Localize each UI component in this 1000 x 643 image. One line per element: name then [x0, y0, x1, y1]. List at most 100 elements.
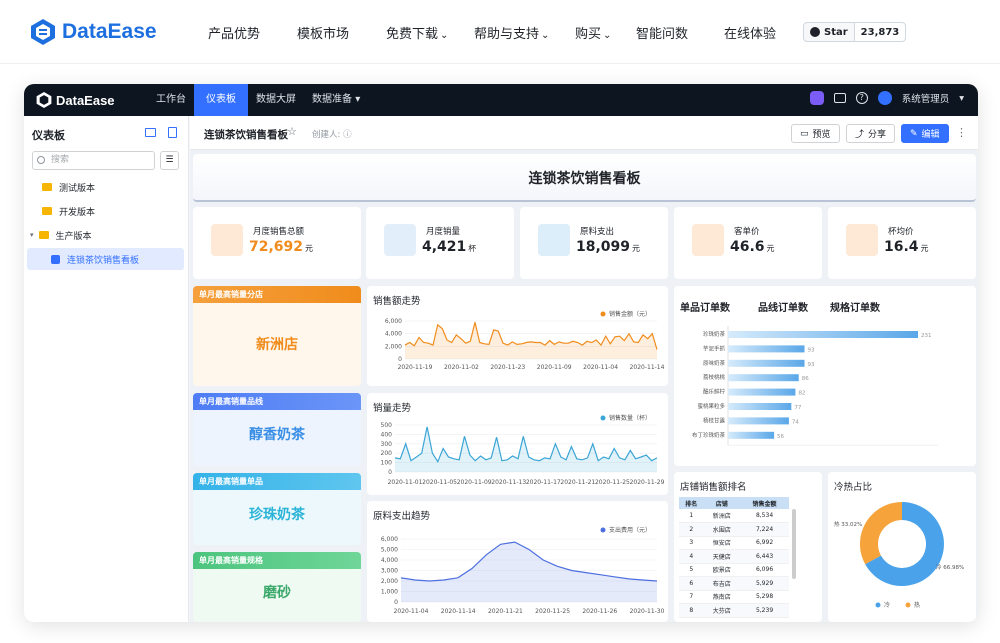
hot-cold-pie-svg[interactable]: 热 33.02% 冷 66.98% 冷 热	[828, 472, 976, 622]
sort-button[interactable]: ☰	[160, 151, 179, 170]
kpi-label: 原料支出	[580, 227, 615, 237]
kpi-card-sales: 月度销售总额 72,692 元	[193, 207, 361, 279]
card-value: 新洲店	[256, 337, 298, 353]
x-tick-label: 2020-11-09	[457, 479, 492, 486]
y-tick-label: 1,000	[381, 589, 398, 596]
col-amount[interactable]: 销售金额	[740, 497, 789, 509]
nav-demo[interactable]: 在线体验	[724, 23, 776, 42]
y-tick-label: 500	[381, 422, 393, 429]
github-star-count: 23,873	[854, 22, 907, 42]
order-bar-svg[interactable]: 珍珠奶茶 231 芋泥手抓 93 原味奶茶 93 荔枝桃桃 86 酷乐鲜柠 82 蜜桃果粒多 77 杨枝…	[674, 286, 976, 466]
money-icon	[211, 224, 243, 256]
table-row[interactable]: 8 大芬店 5,239	[679, 603, 789, 618]
y-tick-label: 0	[388, 469, 392, 476]
app-logo[interactable]: DataEase	[36, 91, 115, 109]
sidebar-search-input[interactable]: 搜索	[32, 151, 155, 170]
nav-buy[interactable]: 购买 ⌄	[575, 23, 611, 42]
nav-ai[interactable]: 智能问数	[636, 23, 688, 42]
legend-marker	[600, 311, 606, 317]
user-icon	[692, 224, 724, 256]
y-tick-label: 6,000	[385, 318, 402, 325]
site-logo[interactable]: DataEase	[30, 16, 157, 48]
table-row[interactable]: 4 天健店 6,443	[679, 549, 789, 564]
table-row[interactable]: 1 新洲店 8,534	[679, 509, 789, 523]
x-tick-label: 2020-11-02	[444, 364, 479, 371]
tree-item-prod[interactable]: ▾ 生产版本	[24, 224, 189, 246]
share-button[interactable]: ⤴ 分享	[846, 124, 896, 143]
dataease-logo-icon	[36, 92, 52, 108]
amount-cell: 6,443	[740, 549, 789, 564]
x-tick-label: 2020-11-21	[560, 479, 595, 486]
tree-item-test[interactable]: 测试版本	[24, 176, 189, 198]
table-row[interactable]: 3 恒安店 6,992	[679, 536, 789, 550]
sales-trend-svg[interactable]: 0 2,000 4,000 6,000 2020-11-19 2020-11-02 2020…	[367, 286, 668, 386]
nav-download[interactable]: 免费下载 ⌄	[386, 23, 448, 42]
star-icon[interactable]: ☆	[287, 125, 297, 138]
bar	[728, 331, 918, 338]
new-folder-icon[interactable]	[145, 128, 156, 137]
table-row[interactable]: 6 布吉店 5,929	[679, 576, 789, 591]
github-star-widget[interactable]: Star 23,873	[803, 22, 907, 42]
bar-value-label: 231	[921, 333, 932, 339]
table-scrollbar[interactable]	[792, 509, 796, 579]
info-icon[interactable]: ⓘ	[343, 130, 352, 140]
bar	[728, 431, 775, 439]
rank-cell: 5	[679, 563, 704, 577]
toolbox-icon[interactable]	[833, 93, 846, 103]
tab-workbench[interactable]: 工作台	[144, 84, 198, 116]
bar-category-label: 蜜桃果粒多	[697, 402, 725, 410]
nav-product[interactable]: 产品优势	[208, 23, 260, 42]
rank-cell: 6	[679, 576, 704, 591]
x-tick-label: 2020-11-14	[630, 364, 665, 371]
store-cell: 大芬店	[703, 603, 741, 618]
table-row[interactable]: 5 欧景店 6,096	[679, 563, 789, 577]
y-tick-label: 300	[381, 441, 393, 448]
github-star-button[interactable]: Star	[803, 22, 855, 42]
creator-label: 创建人: ⓘ	[312, 130, 352, 140]
dashboard-icon	[51, 254, 60, 264]
site-header: DataEase 产品优势 模板市场 免费下载 ⌄ 帮助与支持 ⌄ 购买 ⌄ 智能问数…	[0, 0, 1000, 64]
col-rank[interactable]: 排名	[679, 497, 704, 509]
amount-cell: 8,534	[740, 509, 789, 523]
bar-value-label: 74	[792, 419, 799, 425]
help-icon[interactable]: ?	[855, 92, 868, 104]
amount-cell: 5,929	[740, 576, 789, 591]
tree-item-tea-dashboard[interactable]: 连锁茶饮销售看板	[27, 248, 184, 270]
preview-button[interactable]: ▭ 预览	[791, 124, 840, 143]
more-icon[interactable]: ⋮	[956, 126, 967, 139]
search-icon	[37, 156, 45, 164]
volume-trend-chart: 销量走势 0 100 200 300 400 500 2020-11-01 2020-11-0…	[367, 393, 668, 495]
y-tick-label: 2,000	[385, 343, 402, 350]
rank-cell: 3	[679, 536, 704, 550]
kpi-value: 18,099 元	[576, 239, 641, 255]
hot-cold-panel: 冷热占比 热 33.02% 冷 66.98% 冷热	[828, 472, 976, 622]
tree-item-dev[interactable]: 开发版本	[24, 200, 189, 222]
legend-marker	[905, 602, 911, 608]
edit-button[interactable]: ✎ 编辑	[901, 124, 949, 143]
store-cell: 欧景店	[703, 563, 741, 577]
ai-assistant-icon[interactable]	[809, 91, 824, 105]
site-brand: DataEase	[62, 20, 157, 43]
tab-data-prep[interactable]: 数据准备 ▾	[300, 84, 372, 116]
tab-dashboard[interactable]: 仪表板	[194, 84, 248, 116]
user-name[interactable]: 系统管理员	[902, 91, 950, 105]
volume-trend-svg[interactable]: 01002003004005002020-11-01 2020-11-05 2020…	[367, 393, 668, 495]
y-tick-label: 5,000	[381, 547, 398, 554]
table-row[interactable]: 2 水围店 7,224	[679, 522, 789, 537]
kpi-card-per-cup: 杯均价 16.4 元	[828, 207, 976, 279]
col-store[interactable]: 店铺	[703, 497, 741, 509]
table-row[interactable]: 7 燕南店 5,298	[679, 590, 789, 604]
x-tick-label: 2020-11-29	[630, 479, 665, 486]
legend-marker	[875, 602, 881, 608]
nav-templates[interactable]: 模板市场	[297, 23, 349, 42]
card-value: 磨砂	[263, 585, 291, 601]
nav-help[interactable]: 帮助与支持 ⌄	[474, 23, 549, 42]
new-dashboard-icon[interactable]	[168, 127, 177, 138]
bar-value-label: 93	[807, 347, 814, 353]
material-trend-svg[interactable]: 0 1,000 2,000 3,000 4,000 5,000 6,000 2020-11-0…	[367, 501, 668, 622]
x-tick-label: 2020-11-19	[398, 364, 433, 371]
user-avatar[interactable]	[877, 91, 892, 105]
x-tick-label: 2020-11-14	[441, 608, 476, 615]
tab-screen[interactable]: 数据大屏	[244, 84, 308, 116]
dataease-logo-icon	[31, 19, 55, 45]
